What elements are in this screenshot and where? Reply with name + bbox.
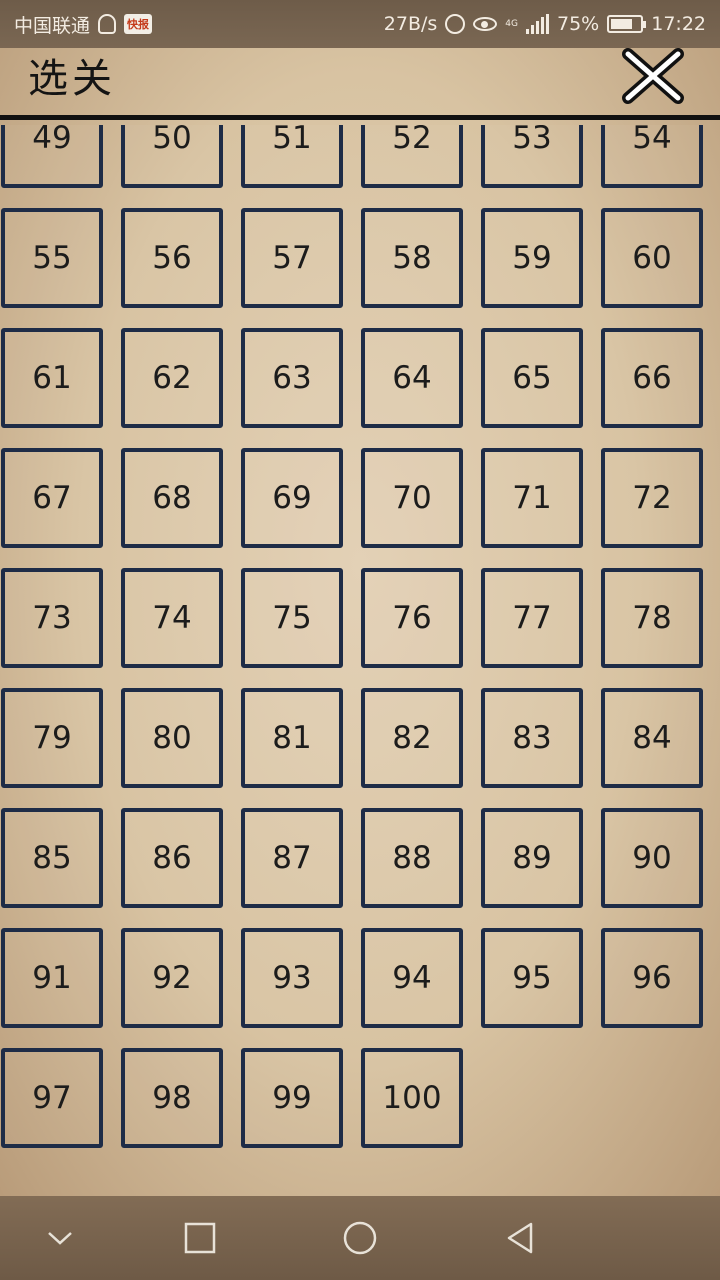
- level-button-89[interactable]: 89: [481, 808, 583, 908]
- carrier-label: 中国联通: [14, 14, 91, 37]
- level-button-93[interactable]: 93: [241, 928, 343, 1028]
- level-button-77[interactable]: 77: [481, 568, 583, 668]
- level-button-70[interactable]: 70: [361, 448, 463, 548]
- level-button-91[interactable]: 91: [1, 928, 103, 1028]
- net-speed: 27B/s: [383, 13, 438, 35]
- level-button-72[interactable]: 72: [601, 448, 703, 548]
- level-button-88[interactable]: 88: [361, 808, 463, 908]
- level-button-66[interactable]: 66: [601, 328, 703, 428]
- level-button-82[interactable]: 82: [361, 688, 463, 788]
- level-button-81[interactable]: 81: [241, 688, 343, 788]
- level-button-76[interactable]: 76: [361, 568, 463, 668]
- close-button[interactable]: [620, 48, 686, 104]
- hide-keyboard-button[interactable]: [36, 1214, 84, 1262]
- back-icon: [507, 1222, 533, 1254]
- level-button-64[interactable]: 64: [361, 328, 463, 428]
- eye-icon: [473, 17, 498, 31]
- close-x-icon: [622, 48, 684, 104]
- level-button-56[interactable]: 56: [121, 208, 223, 308]
- level-button-52[interactable]: 52: [361, 125, 463, 188]
- home-icon: [343, 1221, 377, 1255]
- level-button-57[interactable]: 57: [241, 208, 343, 308]
- level-button-60[interactable]: 60: [601, 208, 703, 308]
- level-button-78[interactable]: 78: [601, 568, 703, 668]
- level-button-79[interactable]: 79: [1, 688, 103, 788]
- level-button-58[interactable]: 58: [361, 208, 463, 308]
- alarm-icon: [445, 14, 466, 34]
- level-grid-viewport[interactable]: 49 50 51 52 53 54 55 56 57 58 59 60 61 62 63 64 65 66 67 68…: [0, 125, 720, 1196]
- signal-icon: [526, 14, 549, 34]
- status-bar: 中国联通 快报 27B/s 4G 75% 17:22: [0, 0, 720, 48]
- qq-icon: [98, 14, 117, 34]
- recents-button[interactable]: [176, 1214, 224, 1262]
- recents-icon: [184, 1222, 216, 1254]
- level-button-62[interactable]: 62: [121, 328, 223, 428]
- home-button[interactable]: [336, 1214, 384, 1262]
- level-button-90[interactable]: 90: [601, 808, 703, 908]
- clock: 17:22: [651, 13, 706, 35]
- level-button-50[interactable]: 50: [121, 125, 223, 188]
- level-button-67[interactable]: 67: [1, 448, 103, 548]
- level-button-94[interactable]: 94: [361, 928, 463, 1028]
- page-title: 选关: [28, 56, 116, 102]
- level-button-49[interactable]: 49: [1, 125, 103, 188]
- level-button-61[interactable]: 61: [1, 328, 103, 428]
- level-button-65[interactable]: 65: [481, 328, 583, 428]
- level-button-86[interactable]: 86: [121, 808, 223, 908]
- level-button-59[interactable]: 59: [481, 208, 583, 308]
- level-button-63[interactable]: 63: [241, 328, 343, 428]
- level-button-100[interactable]: 100: [361, 1048, 463, 1148]
- nav-bar: [0, 1196, 720, 1280]
- level-button-75[interactable]: 75: [241, 568, 343, 668]
- level-button-74[interactable]: 74: [121, 568, 223, 668]
- level-button-87[interactable]: 87: [241, 808, 343, 908]
- level-button-71[interactable]: 71: [481, 448, 583, 548]
- battery-icon: [607, 15, 647, 33]
- level-button-84[interactable]: 84: [601, 688, 703, 788]
- network-type: 4G: [505, 18, 518, 29]
- level-button-73[interactable]: 73: [1, 568, 103, 668]
- hide-keyboard-icon: [48, 1232, 72, 1245]
- back-button[interactable]: [496, 1214, 544, 1262]
- level-select-screen: 选关 49 50 51 52 53 54 55 56 57 58 59 60 61 62 63 64 65 66 6…: [0, 48, 720, 1196]
- level-button-92[interactable]: 92: [121, 928, 223, 1028]
- level-button-68[interactable]: 68: [121, 448, 223, 548]
- level-button-95[interactable]: 95: [481, 928, 583, 1028]
- level-button-98[interactable]: 98: [121, 1048, 223, 1148]
- level-button-83[interactable]: 83: [481, 688, 583, 788]
- news-icon: 快报: [124, 14, 153, 34]
- level-button-97[interactable]: 97: [1, 1048, 103, 1148]
- level-button-69[interactable]: 69: [241, 448, 343, 548]
- level-button-99[interactable]: 99: [241, 1048, 343, 1148]
- header: 选关: [0, 48, 720, 120]
- level-button-53[interactable]: 53: [481, 125, 583, 188]
- level-button-96[interactable]: 96: [601, 928, 703, 1028]
- battery-percent: 75%: [557, 13, 600, 35]
- level-button-51[interactable]: 51: [241, 125, 343, 188]
- level-button-55[interactable]: 55: [1, 208, 103, 308]
- level-button-80[interactable]: 80: [121, 688, 223, 788]
- level-button-85[interactable]: 85: [1, 808, 103, 908]
- level-button-54[interactable]: 54: [601, 125, 703, 188]
